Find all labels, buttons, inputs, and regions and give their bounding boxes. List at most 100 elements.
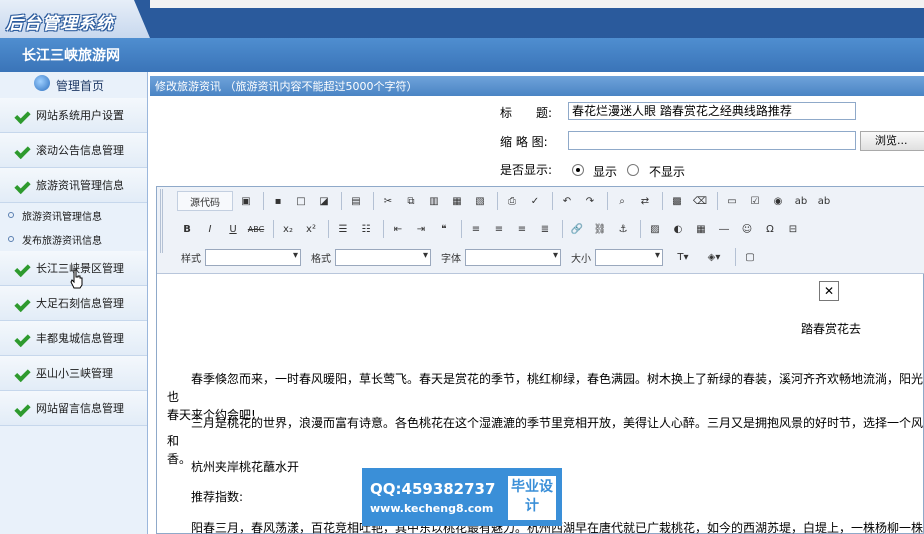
toolbar-separator <box>328 220 329 238</box>
hide-radio[interactable] <box>627 164 639 176</box>
toolbar-separator <box>263 192 264 210</box>
sidebar-item-users[interactable]: 网站系统用户设置 <box>0 98 147 133</box>
preview-icon[interactable]: ◪ <box>314 191 334 211</box>
bg-color-icon[interactable]: ◈▾ <box>700 247 728 267</box>
toolbar-separator <box>552 192 553 210</box>
check-icon <box>16 144 32 156</box>
show-radio[interactable] <box>572 164 584 176</box>
style-select[interactable] <box>205 248 301 266</box>
source-button[interactable]: 源代码 <box>177 191 233 211</box>
check-icon <box>16 297 32 309</box>
align-right-icon[interactable]: ≡ <box>512 219 532 239</box>
spellcheck-icon[interactable]: ✓ <box>525 191 545 211</box>
sidebar-item-fengdu[interactable]: 丰都鬼城信息管理 <box>0 321 147 356</box>
check-icon <box>16 262 32 274</box>
replace-icon[interactable]: ⇄ <box>635 191 655 211</box>
print-icon[interactable]: ⎙ <box>502 191 522 211</box>
find-icon[interactable]: ⌕ <box>612 191 632 211</box>
smiley-icon[interactable]: ☺ <box>737 219 757 239</box>
sidebar-item-wushan[interactable]: 巫山小三峡管理 <box>0 356 147 391</box>
copy-icon[interactable]: ⧉ <box>401 191 421 211</box>
underline-icon[interactable]: U <box>223 219 243 239</box>
globe-icon <box>34 75 50 91</box>
toolbar-separator <box>383 220 384 238</box>
sidebar-item-label: 网站留言信息管理 <box>36 402 124 415</box>
sidebar-subitem-news-publish[interactable]: 发布旅游资讯信息 <box>0 227 147 251</box>
flash-icon[interactable]: ◐ <box>668 219 688 239</box>
sidebar-subitem-label: 旅游资讯管理信息 <box>22 211 102 223</box>
title-input[interactable]: 春花烂漫迷人眼 踏春赏花之经典线路推荐 <box>568 102 856 120</box>
sidebar-subitem-label: 发布旅游资讯信息 <box>22 235 102 247</box>
watermark-badge: 毕业设计 <box>508 476 556 520</box>
paste-word-icon[interactable]: ▧ <box>470 191 490 211</box>
thumbnail-input[interactable] <box>568 131 856 150</box>
size-select[interactable] <box>595 248 663 266</box>
superscript-icon[interactable]: x² <box>301 219 321 239</box>
check-icon <box>16 367 32 379</box>
anchor-icon[interactable]: ⚓ <box>613 219 633 239</box>
disk-icon[interactable]: ▪ <box>268 191 288 211</box>
page-break-icon[interactable]: ⊟ <box>783 219 803 239</box>
align-left-icon[interactable]: ≡ <box>466 219 486 239</box>
text-color-icon[interactable]: T▾ <box>669 247 697 267</box>
sidebar-item-label: 网站系统用户设置 <box>36 109 124 122</box>
new-page-icon[interactable]: □ <box>291 191 311 211</box>
sidebar-home[interactable]: 管理首页 <box>0 72 147 98</box>
template-icon[interactable]: ▤ <box>346 191 366 211</box>
sidebar-item-news[interactable]: 旅游资讯管理信息 <box>0 168 147 203</box>
checkbox-icon[interactable]: ☑ <box>745 191 765 211</box>
cut-icon[interactable]: ✂ <box>378 191 398 211</box>
undo-icon[interactable]: ↶ <box>557 191 577 211</box>
sidebar-subitem-news-manage[interactable]: 旅游资讯管理信息 <box>0 203 147 227</box>
bulleted-list-icon[interactable]: ☷ <box>356 219 376 239</box>
toolbar-separator <box>373 192 374 210</box>
save-icon[interactable]: ▣ <box>236 191 256 211</box>
hide-label: 不显示 <box>649 165 686 179</box>
image-icon[interactable]: ▨ <box>645 219 665 239</box>
bullet-icon <box>8 212 14 218</box>
sidebar-home-label: 管理首页 <box>56 78 105 93</box>
select-all-icon[interactable]: ▩ <box>667 191 687 211</box>
sidebar-item-messages[interactable]: 网站留言信息管理 <box>0 391 147 426</box>
strike-icon[interactable]: ABC <box>246 219 266 239</box>
paste-icon[interactable]: ▥ <box>424 191 444 211</box>
textarea-icon[interactable]: ab <box>814 191 834 211</box>
blockquote-icon[interactable]: ❝ <box>434 219 454 239</box>
justify-icon[interactable]: ≣ <box>535 219 555 239</box>
horizontal-rule-icon[interactable]: ― <box>714 219 734 239</box>
format-select[interactable] <box>335 248 431 266</box>
broken-image-icon: ✕ <box>819 281 839 301</box>
form-icon[interactable]: ▭ <box>722 191 742 211</box>
radio-icon[interactable]: ◉ <box>768 191 788 211</box>
special-char-icon[interactable]: Ω <box>760 219 780 239</box>
watermark-url: www.kecheng8.com <box>370 502 494 515</box>
textfield-icon[interactable]: ab <box>791 191 811 211</box>
indent-icon[interactable]: ⇥ <box>411 219 431 239</box>
paste-text-icon[interactable]: ▦ <box>447 191 467 211</box>
display-label: 是否显示: <box>500 163 553 177</box>
watermark: QQ:459382737 www.kecheng8.com 毕业设计 <box>362 468 562 526</box>
editor-toolbar: 源代码 ▣ ▪ □ ◪ ▤ ✂ ⧉ ▥ ▦ ▧ ⎙ ✓ ↶ ↷ ⌕ ⇄ ▩ ⌫ … <box>157 187 924 274</box>
unlink-icon[interactable]: ⛓ <box>590 219 610 239</box>
link-icon[interactable]: 🔗 <box>567 219 587 239</box>
align-center-icon[interactable]: ≡ <box>489 219 509 239</box>
toolbar-separator <box>562 220 563 238</box>
toolbar-separator <box>662 192 663 210</box>
table-icon[interactable]: ▦ <box>691 219 711 239</box>
toolbar-separator <box>461 220 462 238</box>
size-label: 大小 <box>571 253 591 265</box>
maximize-icon[interactable]: ▢ <box>740 247 760 267</box>
check-icon <box>16 402 32 414</box>
redo-icon[interactable]: ↷ <box>580 191 600 211</box>
sidebar-item-dazu[interactable]: 大足石刻信息管理 <box>0 286 147 321</box>
numbered-list-icon[interactable]: ☰ <box>333 219 353 239</box>
remove-format-icon[interactable]: ⌫ <box>690 191 710 211</box>
sidebar-item-notices[interactable]: 滚动公告信息管理 <box>0 133 147 168</box>
sidebar-item-label: 巫山小三峡管理 <box>36 367 113 380</box>
browse-button[interactable]: 浏览... <box>860 131 924 151</box>
subscript-icon[interactable]: x₂ <box>278 219 298 239</box>
font-select[interactable] <box>465 248 561 266</box>
outdent-icon[interactable]: ⇤ <box>388 219 408 239</box>
bold-icon[interactable]: B <box>177 219 197 239</box>
italic-icon[interactable]: I <box>200 219 220 239</box>
